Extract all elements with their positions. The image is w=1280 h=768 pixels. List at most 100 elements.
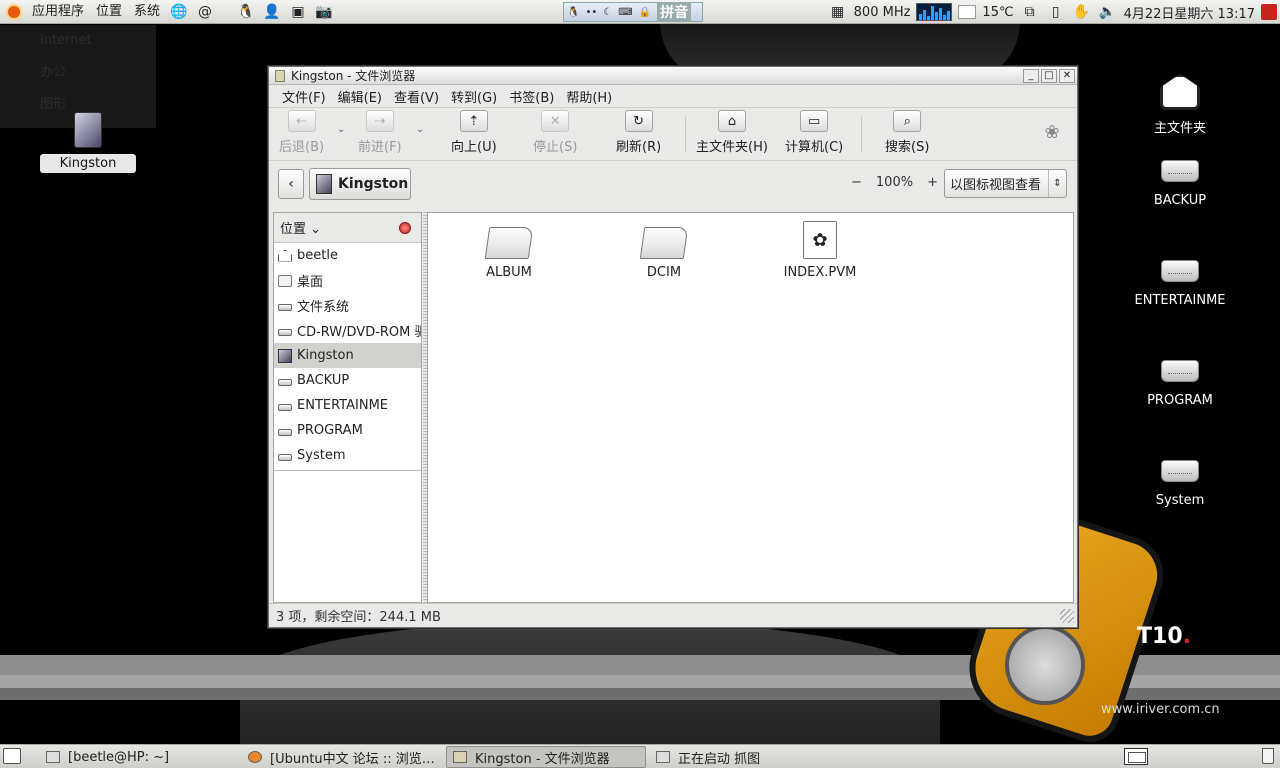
view-mode-select[interactable]: 以图标视图查看 ⇕ — [944, 169, 1067, 198]
menu-bookmarks[interactable]: 书签(B) — [503, 87, 560, 106]
logout-icon[interactable] — [1261, 4, 1277, 20]
reload-button[interactable]: ↻ 刷新(R) — [616, 110, 661, 155]
sidebar-item-system[interactable]: System — [274, 443, 421, 468]
menu-applications[interactable]: 应用程序 — [26, 0, 90, 24]
file-item-album[interactable]: ALBUM — [454, 221, 564, 280]
computer-button[interactable]: ▭ 计算机(C) — [785, 110, 843, 155]
dots-icon[interactable]: •• — [585, 7, 597, 18]
resize-grip-icon[interactable] — [1060, 608, 1074, 623]
back-history-chevron-down-icon[interactable]: ⌄ — [337, 124, 345, 135]
hand-icon[interactable]: ✋ — [1072, 2, 1092, 22]
moon-icon[interactable]: ☾ — [603, 7, 612, 18]
sidebar-item-label: ENTERTAINME — [297, 398, 388, 413]
desktop-icon-entertainment[interactable]: ENTERTAINME — [1125, 260, 1235, 309]
file-browser-window: Kingston - 文件浏览器 _ □ ✕ 文件(F) 编辑(E) 查看(V)… — [268, 66, 1078, 628]
temperature-readout: 15℃ — [982, 4, 1014, 20]
zoom-in-button[interactable]: + — [927, 175, 938, 190]
stop-button[interactable]: ✕ 停止(S) — [533, 110, 577, 155]
close-icon[interactable]: ✕ — [1059, 68, 1075, 83]
up-arrow-icon: ⇡ — [459, 110, 488, 132]
show-desktop-icon[interactable] — [3, 748, 21, 764]
camera-icon[interactable]: 📷 — [314, 2, 334, 22]
ime-mode-label[interactable]: 拼音 — [657, 2, 692, 22]
location-bar: ‹ Kingston − 100% + 以图标视图查看 ⇕ — [269, 161, 1077, 209]
sidebar-item-home[interactable]: beetle — [274, 243, 421, 268]
menu-file[interactable]: 文件(F) — [276, 87, 332, 106]
sidebar-item-program[interactable]: PROGRAM — [274, 418, 421, 443]
taskbar-item-file-browser[interactable]: Kingston - 文件浏览器 — [446, 746, 646, 768]
taskbar-item-screenshot[interactable]: 正在启动 抓图 — [650, 746, 850, 768]
sidebar-item-desktop[interactable]: 桌面 — [274, 268, 421, 293]
file-item-index-pvm[interactable]: ✿ INDEX.PVM — [765, 221, 875, 280]
zoom-level[interactable]: 100% — [872, 175, 917, 190]
sidebar-mode-select[interactable]: 位置 ⌄ — [280, 218, 321, 237]
path-crumb-kingston[interactable]: Kingston — [309, 168, 411, 200]
window-title: Kingston - 文件浏览器 — [291, 69, 416, 83]
system-tray: ▦ 800 MHz 15℃ ⧉ ▯ ✋ 🔈 4月22日星期六 13:17 — [825, 0, 1280, 24]
trash-icon[interactable] — [1262, 748, 1274, 764]
email-icon[interactable]: @ — [195, 2, 215, 22]
search-icon: ⌕ — [893, 110, 922, 132]
menu-help[interactable]: 帮助(H) — [560, 87, 618, 106]
workspace-switcher[interactable] — [1124, 748, 1148, 765]
view-mode-value: 以图标视图查看 — [950, 178, 1042, 193]
menu-system[interactable]: 系统 — [128, 0, 166, 24]
wallpaper-player-wheel — [1005, 625, 1085, 705]
desktop-icon-home[interactable]: 主文件夹 — [1125, 74, 1235, 137]
path-back-chevron-left-icon[interactable]: ‹ — [278, 169, 304, 199]
menu-places[interactable]: 位置 — [90, 0, 128, 24]
path-crumb-label: Kingston — [338, 176, 409, 192]
desktop-icon-program[interactable]: PROGRAM — [1125, 360, 1235, 409]
sidebar-item-label: Kingston — [297, 348, 354, 363]
ubuntu-logo-icon[interactable] — [6, 3, 22, 20]
volume-icon[interactable]: 🔈 — [1098, 2, 1118, 22]
user-icon[interactable]: 👤 — [262, 2, 282, 22]
file-item-label: INDEX.PVM — [783, 265, 857, 280]
home-icon — [278, 249, 292, 262]
forward-arrow-icon: ⇢ — [365, 110, 394, 132]
lock-icon[interactable]: 🔒 — [639, 7, 651, 18]
search-button[interactable]: ⌕ 搜索(S) — [885, 110, 929, 155]
keyboard-icon[interactable]: ⌨ — [618, 7, 632, 18]
desktop-icon-label: ENTERTAINME — [1134, 293, 1226, 308]
penguin-icon[interactable]: 🐧 — [567, 7, 579, 18]
forward-history-chevron-down-icon[interactable]: ⌄ — [416, 124, 424, 135]
up-button[interactable]: ⇡ 向上(U) — [451, 110, 497, 155]
desktop-icon-system[interactable]: System — [1125, 460, 1235, 509]
taskbar-item-label: 正在启动 抓图 — [678, 751, 761, 767]
desktop-icon-kingston[interactable]: Kingston — [33, 112, 143, 173]
clock[interactable]: 4月22日星期六 13:17 — [1124, 3, 1255, 22]
temperature-box — [958, 5, 977, 19]
sidebar-item-cdrom[interactable]: CD-RW/DVD-ROM 驱 — [274, 318, 421, 343]
window-toolbar: ⇠ 后退(B) ⌄ ⇢ 前进(F) ⌄ ⇡ 向上(U) ✕ 停止(S) ↻ 刷新… — [269, 107, 1077, 161]
file-item-dcim[interactable]: DCIM — [609, 221, 719, 280]
home-folder-button[interactable]: ⌂ 主文件夹(H) — [696, 110, 768, 155]
menu-go[interactable]: 转到(G) — [445, 87, 503, 106]
sidebar-item-kingston[interactable]: Kingston — [274, 343, 421, 368]
window-titlebar[interactable]: Kingston - 文件浏览器 _ □ ✕ — [269, 67, 1077, 85]
menu-view[interactable]: 查看(V) — [388, 87, 445, 106]
taskbar-item-firefox[interactable]: [Ubuntu中文 论坛 :: 浏览… — [242, 746, 442, 768]
desktop-icon-backup[interactable]: BACKUP — [1125, 160, 1235, 209]
input-method-bar[interactable]: 🐧 •• ☾ ⌨ 🔒 拼音 — [563, 2, 703, 22]
network-icon[interactable]: ⧉ — [1020, 2, 1040, 22]
terminal-icon[interactable]: ▣ — [288, 2, 308, 22]
sidebar-close-icon[interactable] — [399, 221, 411, 234]
drive-icon — [278, 403, 292, 411]
forward-button[interactable]: ⇢ 前进(F) — [358, 110, 402, 155]
back-button[interactable]: ⇠ 后退(B) — [279, 110, 324, 155]
stop-label: 停止(S) — [533, 140, 578, 155]
menu-edit[interactable]: 编辑(E) — [332, 87, 388, 106]
zoom-out-button[interactable]: − — [851, 175, 862, 190]
places-sidebar: 位置 ⌄ beetle 桌面 文件系统 CD-RW/DVD-ROM 驱 King… — [273, 212, 422, 603]
sidebar-item-backup[interactable]: BACKUP — [274, 368, 421, 393]
maximize-icon[interactable]: □ — [1041, 68, 1057, 83]
sidebar-item-filesystem[interactable]: 文件系统 — [274, 293, 421, 318]
minimize-icon[interactable]: _ — [1023, 68, 1039, 83]
sidebar-item-label: 文件系统 — [297, 300, 350, 315]
taskbar-item-terminal[interactable]: [beetle@HP: ~] — [40, 746, 240, 768]
globe-icon[interactable]: 🌐 — [169, 2, 189, 22]
battery-icon[interactable]: ▯ — [1046, 2, 1066, 22]
qq-penguin-icon[interactable]: 🐧 — [236, 2, 256, 22]
sidebar-item-entertainment[interactable]: ENTERTAINME — [274, 393, 421, 418]
